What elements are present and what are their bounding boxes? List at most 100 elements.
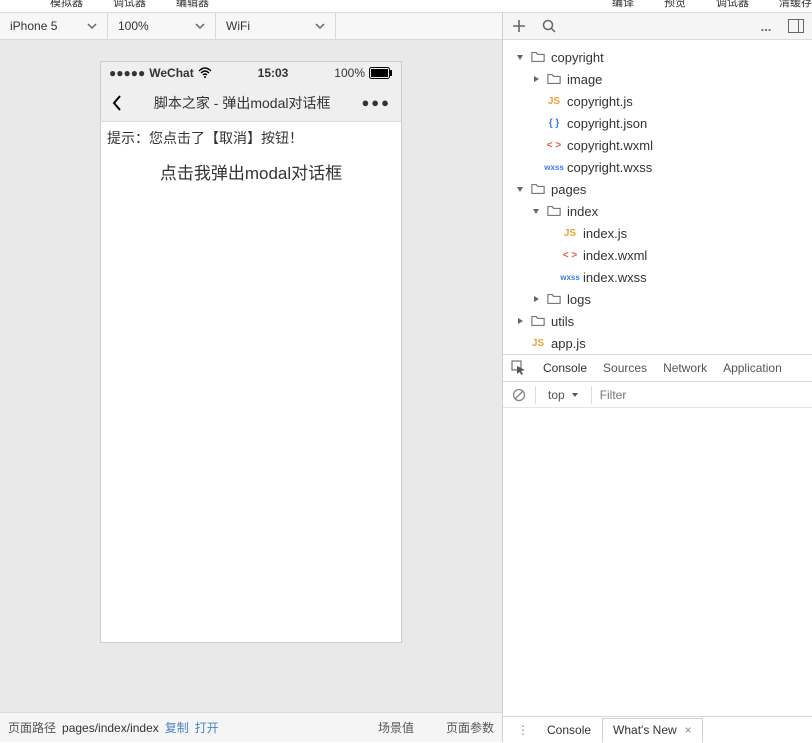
tree-row[interactable]: { }copyright.json — [503, 112, 812, 134]
disclosure-triangle-icon[interactable] — [515, 316, 525, 326]
battery-icon — [369, 67, 393, 79]
disclosure-triangle-icon — [531, 96, 541, 106]
tab-network[interactable]: Network — [663, 361, 707, 375]
chevron-down-icon — [195, 21, 205, 31]
tree-row[interactable]: utils — [503, 310, 812, 332]
menu-item[interactable]: 调试器 — [716, 0, 749, 10]
tree-row[interactable]: JSindex.js — [503, 222, 812, 244]
open-modal-button[interactable]: 点击我弹出modal对话框 — [107, 156, 395, 187]
devtools-tabs: Console Sources Network Application — [503, 354, 812, 382]
tree-row[interactable]: wxss index.wxss — [503, 266, 812, 288]
disclosure-triangle-icon — [531, 162, 541, 172]
phone-frame: ●●●●● WeChat 15:03 100% — [101, 62, 401, 642]
footer-params-label[interactable]: 页面参数 — [446, 719, 494, 736]
close-icon[interactable]: × — [685, 723, 692, 737]
zoom-select[interactable]: 100% — [108, 13, 216, 39]
tree-label: index — [567, 204, 598, 219]
tree-label: index.wxss — [583, 270, 647, 285]
device-select[interactable]: iPhone 5 — [0, 13, 108, 39]
footer-copy-link[interactable]: 复制 — [165, 719, 189, 736]
zoom-value: 100% — [118, 19, 149, 33]
disclosure-triangle-icon — [515, 338, 525, 348]
wifi-icon — [198, 67, 212, 79]
search-icon[interactable] — [541, 18, 557, 34]
hint-text: 提示：您点击了【取消】按钮！ — [107, 128, 395, 148]
context-select[interactable]: top — [544, 388, 583, 402]
footer-path-label: 页面路径 — [8, 719, 56, 736]
tree-row[interactable]: < > copyright.wxml — [503, 134, 812, 156]
statusbar-right: 100% — [334, 66, 393, 80]
js-file-icon: JS — [529, 338, 547, 349]
phone-navbar: 脚本之家 - 弹出modal对话框 ●●● — [101, 84, 401, 122]
js-file-icon: JS — [545, 96, 563, 107]
more-icon[interactable]: ●●● — [361, 95, 391, 110]
filter-input[interactable] — [600, 388, 660, 402]
kebab-menu-icon[interactable]: ⋮ — [509, 723, 537, 737]
console-filter-bar: top — [503, 382, 812, 408]
chevron-down-icon — [571, 391, 579, 399]
wxml-file-icon: < > — [561, 250, 579, 261]
statusbar-left: ●●●●● WeChat — [109, 66, 212, 80]
file-tree[interactable]: copyright image JS copyright.js { }copyright… — [503, 40, 812, 354]
clear-console-icon[interactable] — [511, 387, 527, 403]
chevron-down-icon — [315, 21, 325, 31]
tree-row[interactable]: copyright — [503, 46, 812, 68]
tree-label: image — [567, 72, 602, 87]
tree-label: copyright.json — [567, 116, 647, 131]
wxml-file-icon: < > — [545, 140, 563, 151]
tree-row[interactable]: < > index.wxml — [503, 244, 812, 266]
network-value: WiFi — [226, 19, 250, 33]
phone-statusbar: ●●●●● WeChat 15:03 100% — [101, 62, 401, 84]
footer-open-link[interactable]: 打开 — [195, 719, 219, 736]
tree-row[interactable]: pages — [503, 178, 812, 200]
panel-toggle-icon[interactable] — [788, 18, 804, 34]
wxss-file-icon: wxss — [545, 163, 563, 172]
folder-icon — [545, 72, 563, 86]
menu-item[interactable]: 模拟器 — [50, 0, 83, 10]
disclosure-triangle-icon[interactable] — [531, 206, 541, 216]
menu-item[interactable]: 清缓存 — [779, 0, 812, 10]
disclosure-triangle-icon[interactable] — [531, 74, 541, 84]
menu-item[interactable]: 编译 — [612, 0, 634, 10]
tree-label: copyright.wxml — [567, 138, 653, 153]
signal-dots-icon: ●●●●● — [109, 66, 145, 80]
menu-item[interactable]: 调试器 — [113, 0, 146, 10]
tree-label: copyright.js — [567, 94, 633, 109]
inspect-element-icon[interactable] — [511, 360, 527, 376]
network-select[interactable]: WiFi — [216, 13, 336, 39]
tree-row[interactable]: index — [503, 200, 812, 222]
drawer-tab-whatsnew[interactable]: What's New × — [602, 718, 703, 743]
console-output — [503, 408, 812, 716]
add-icon[interactable] — [511, 18, 527, 34]
more-icon[interactable]: ... — [758, 18, 774, 34]
tree-row[interactable]: wxss copyright.wxss — [503, 156, 812, 178]
carrier-label: WeChat — [149, 66, 193, 80]
tree-row[interactable]: logs — [503, 288, 812, 310]
tree-row[interactable]: JS copyright.js — [503, 90, 812, 112]
statusbar-time: 15:03 — [212, 66, 335, 80]
footer-scene-label[interactable]: 场景值 — [378, 719, 414, 736]
tab-application[interactable]: Application — [723, 361, 782, 375]
disclosure-triangle-icon[interactable] — [515, 52, 525, 62]
tab-sources[interactable]: Sources — [603, 361, 647, 375]
menu-item[interactable]: 预览 — [664, 0, 686, 10]
tree-label: copyright — [551, 50, 604, 65]
tree-row[interactable]: JSapp.js — [503, 332, 812, 354]
tree-label: index.wxml — [583, 248, 647, 263]
tab-console[interactable]: Console — [543, 361, 587, 375]
tree-label: copyright.wxss — [567, 160, 652, 175]
tree-label: pages — [551, 182, 586, 197]
menu-item[interactable]: 编辑器 — [176, 0, 209, 10]
disclosure-triangle-icon — [531, 118, 541, 128]
tree-row[interactable]: image — [503, 68, 812, 90]
tree-label: index.js — [583, 226, 627, 241]
back-icon[interactable] — [111, 94, 123, 112]
tree-label: utils — [551, 314, 574, 329]
footer-path-value: pages/index/index — [62, 721, 159, 735]
wxss-file-icon: wxss — [561, 273, 579, 282]
drawer-tab-console[interactable]: Console — [537, 717, 602, 742]
device-toolbar: iPhone 5 100% WiFi — [0, 12, 502, 40]
disclosure-triangle-icon[interactable] — [515, 184, 525, 194]
device-name: iPhone 5 — [10, 19, 57, 33]
disclosure-triangle-icon[interactable] — [531, 294, 541, 304]
